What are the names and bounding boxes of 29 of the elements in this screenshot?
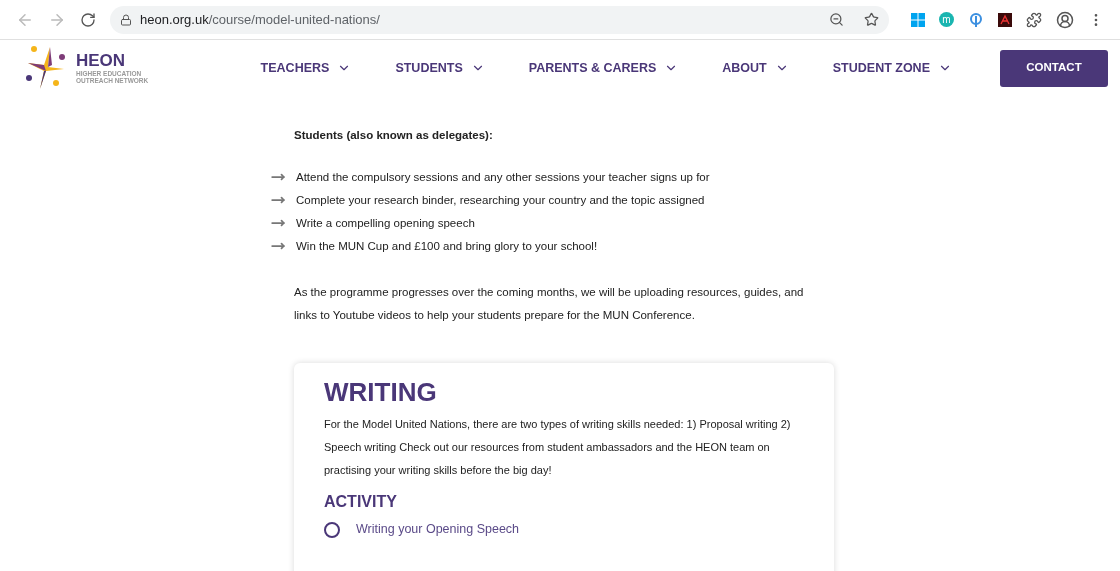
activity-link[interactable]: Writing your Opening Speech <box>356 520 520 539</box>
cloud-icon[interactable] <box>968 12 984 27</box>
url-text: heon.org.uk/course/model-united-nations/ <box>140 10 380 29</box>
address-bar[interactable]: heon.org.uk/course/model-united-nations/ <box>110 5 889 34</box>
extensions-icon[interactable] <box>1026 11 1042 28</box>
windows-logo-icon[interactable] <box>911 12 925 27</box>
reload-icon[interactable] <box>80 11 96 28</box>
card-text: For the Model United Nations, there are two types of writing skills needed: 1) Proposal writing 2) Speech writing Check out our resources from student ambassadors and the HEON team on practising your writing skills before the big day! <box>324 417 792 479</box>
paragraph: As the programme progresses over the coming months, we will be uploading resources, guides, and links to Youtube videos to help your students prepare for the MUN Conference. <box>294 285 805 324</box>
bullet-text: Win the MUN Cup and £100 and bring glory to your school! <box>296 238 598 254</box>
nav-link[interactable]: TEACHERS <box>260 58 352 78</box>
logo-title: HEON <box>76 51 127 69</box>
section-heading: Students (also known as delegates): <box>294 128 494 143</box>
nav-link[interactable]: STUDENT ZONE <box>832 58 952 78</box>
bullet-text: Write a compelling opening speech <box>296 215 475 231</box>
pdf-icon[interactable] <box>998 12 1012 27</box>
nav-link[interactable]: PARENTS & CARERS <box>528 58 679 78</box>
activity-checkbox[interactable] <box>324 521 340 538</box>
contact-button[interactable]: CONTACT <box>1000 49 1108 87</box>
card-title: WRITING <box>324 377 438 408</box>
bookmark-star-icon[interactable] <box>864 12 879 27</box>
activity-title: ACTIVITY <box>324 492 398 513</box>
bullet-text: Complete your research binder, researching your country and the topic assigned <box>296 192 705 208</box>
nav-link[interactable]: ABOUT <box>722 58 789 78</box>
bullet-text: Attend the compulsory sessions and any other sessions your teacher signs up for <box>296 169 710 185</box>
lock-icon <box>120 13 132 26</box>
nav-link[interactable]: STUDENTS <box>395 58 485 78</box>
profile-icon[interactable] <box>1056 10 1074 29</box>
zoom-icon[interactable] <box>829 12 844 27</box>
